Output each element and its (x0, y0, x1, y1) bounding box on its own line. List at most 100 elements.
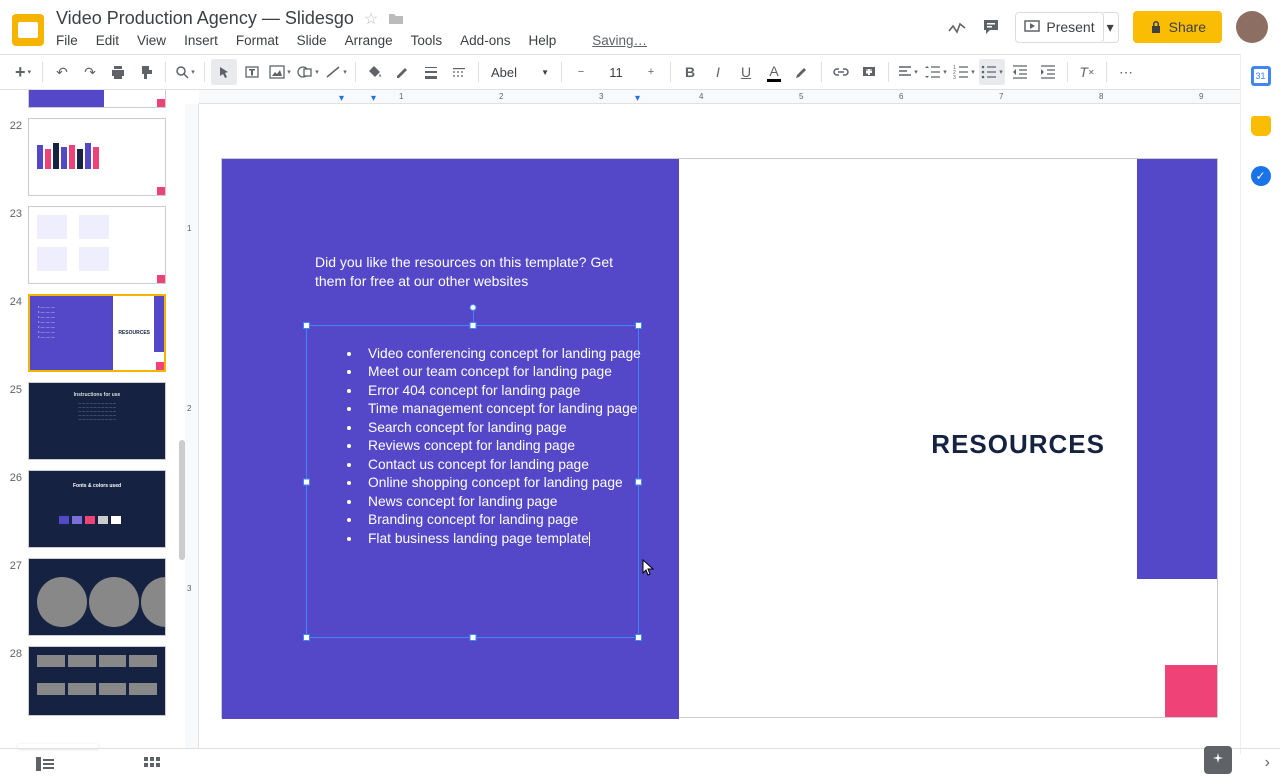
rotate-handle[interactable] (469, 304, 476, 311)
line-spacing-button[interactable] (923, 59, 949, 85)
menu-bar: File Edit View Insert Format Slide Arran… (56, 33, 947, 48)
slide-thumb-23[interactable] (28, 206, 166, 284)
shape-tool[interactable] (295, 59, 321, 85)
present-button[interactable]: Present (1015, 12, 1103, 43)
font-select[interactable]: Abel▼ (485, 65, 555, 80)
bullet-item[interactable]: Time management concept for landing page (362, 400, 641, 418)
border-weight-button[interactable] (418, 59, 444, 85)
undo-button[interactable]: ↶ (49, 59, 75, 85)
indent-marker-icon[interactable]: ▾ (339, 93, 344, 104)
highlight-button[interactable] (789, 59, 815, 85)
indent-marker-icon[interactable]: ▾ (371, 93, 376, 104)
link-button[interactable] (828, 59, 854, 85)
new-slide-button[interactable]: + (10, 59, 36, 85)
line-tool[interactable] (323, 59, 349, 85)
indent-marker-icon[interactable]: ▾ (635, 93, 640, 104)
resize-handle-sw[interactable] (303, 634, 310, 641)
slide-thumb-25[interactable]: Instructions for use— — — — — — — — — ——… (28, 382, 166, 460)
menu-edit[interactable]: Edit (96, 33, 119, 48)
filmstrip[interactable]: 22 23 24 • — — —• — — —• — — —• — — —• —… (0, 90, 185, 750)
menu-view[interactable]: View (137, 33, 166, 48)
bullet-item[interactable]: Reviews concept for landing page (362, 437, 641, 455)
select-tool[interactable] (211, 59, 237, 85)
slide-intro-text[interactable]: Did you like the resources on this templ… (315, 253, 630, 292)
keep-icon[interactable] (1251, 116, 1271, 136)
paint-format-button[interactable] (133, 59, 159, 85)
activity-icon[interactable] (947, 17, 967, 37)
textbox-tool[interactable] (239, 59, 265, 85)
slide-thumb-21[interactable] (28, 90, 166, 108)
menu-insert[interactable]: Insert (184, 33, 218, 48)
slide-heading[interactable]: RESOURCES (931, 429, 1105, 460)
slide[interactable]: RESOURCES Did you like the resources on … (221, 158, 1218, 718)
bullet-item[interactable]: Branding concept for landing page (362, 511, 641, 529)
menu-file[interactable]: File (56, 33, 78, 48)
bottom-bar (0, 748, 1280, 782)
resize-handle-se[interactable] (635, 634, 642, 641)
bullet-item[interactable]: Meet our team concept for landing page (362, 363, 641, 381)
zoom-button[interactable] (172, 59, 198, 85)
resize-handle-ne[interactable] (635, 322, 642, 329)
bullet-item[interactable]: Video conferencing concept for landing p… (362, 345, 641, 363)
slide-thumb-27[interactable] (28, 558, 166, 636)
bullet-item[interactable]: Error 404 concept for landing page (362, 382, 641, 400)
resize-handle-w[interactable] (303, 478, 310, 485)
bulleted-list-button[interactable] (979, 59, 1005, 85)
resize-handle-n[interactable] (469, 322, 476, 329)
menu-arrange[interactable]: Arrange (345, 33, 393, 48)
bullet-list[interactable]: Video conferencing concept for landing p… (326, 345, 641, 548)
resize-handle-nw[interactable] (303, 322, 310, 329)
ruler-vertical[interactable]: 123 (185, 104, 199, 748)
italic-button[interactable]: I (705, 59, 731, 85)
document-title[interactable]: Video Production Agency — Slidesgo (56, 8, 354, 29)
redo-button[interactable]: ↷ (77, 59, 103, 85)
align-button[interactable] (895, 59, 921, 85)
underline-button[interactable]: U (733, 59, 759, 85)
fill-color-button[interactable] (362, 59, 388, 85)
comments-icon[interactable] (981, 17, 1001, 37)
numbered-list-button[interactable]: 123 (951, 59, 977, 85)
menu-tools[interactable]: Tools (411, 33, 443, 48)
grid-view-icon[interactable] (144, 757, 162, 775)
indent-dec-button[interactable] (1007, 59, 1033, 85)
font-size-input[interactable]: 11 (596, 65, 636, 80)
share-button[interactable]: Share (1133, 11, 1222, 43)
canvas[interactable]: ▾ ▾ ▾ 123456789 123 RESOURCES Did you li… (185, 90, 1240, 748)
star-icon[interactable]: ☆ (364, 9, 378, 29)
bullet-item[interactable]: Flat business landing page template (362, 530, 641, 548)
border-color-button[interactable] (390, 59, 416, 85)
ruler-horizontal[interactable]: ▾ ▾ ▾ 123456789 (199, 90, 1240, 104)
slide-thumb-28[interactable] (28, 646, 166, 716)
font-size-dec[interactable]: − (568, 59, 594, 85)
bullet-item[interactable]: Contact us concept for landing page (362, 456, 641, 474)
menu-slide[interactable]: Slide (297, 33, 327, 48)
slide-thumb-22[interactable] (28, 118, 166, 196)
menu-format[interactable]: Format (236, 33, 279, 48)
account-avatar[interactable] (1236, 11, 1268, 43)
more-tools-button[interactable]: ⋯ (1113, 59, 1139, 85)
present-dropdown[interactable]: ▾ (1103, 12, 1119, 43)
calendar-icon[interactable]: 31 (1251, 66, 1271, 86)
slide-thumb-26[interactable]: Fonts & colors used (28, 470, 166, 548)
print-button[interactable] (105, 59, 131, 85)
explore-button[interactable] (1204, 746, 1232, 774)
font-size-inc[interactable]: + (638, 59, 664, 85)
indent-inc-button[interactable] (1035, 59, 1061, 85)
menu-help[interactable]: Help (528, 33, 556, 48)
slide-thumb-24[interactable]: • — — —• — — —• — — —• — — —• — — —• — —… (28, 294, 166, 372)
border-dash-button[interactable] (446, 59, 472, 85)
menu-addons[interactable]: Add-ons (460, 33, 510, 48)
resize-handle-s[interactable] (469, 634, 476, 641)
comment-button[interactable] (856, 59, 882, 85)
bullet-item[interactable]: Search concept for landing page (362, 419, 641, 437)
move-folder-icon[interactable] (388, 12, 404, 26)
saving-status[interactable]: Saving… (592, 33, 647, 48)
bullet-item[interactable]: Online shopping concept for landing page (362, 474, 641, 492)
image-tool[interactable] (267, 59, 293, 85)
bullet-item[interactable]: News concept for landing page (362, 493, 641, 511)
text-color-button[interactable]: A (761, 59, 787, 85)
clear-format-button[interactable]: T✕ (1074, 59, 1100, 85)
filmstrip-view-icon[interactable] (36, 757, 54, 775)
tasks-icon[interactable]: ✓ (1251, 166, 1271, 186)
bold-button[interactable]: B (677, 59, 703, 85)
